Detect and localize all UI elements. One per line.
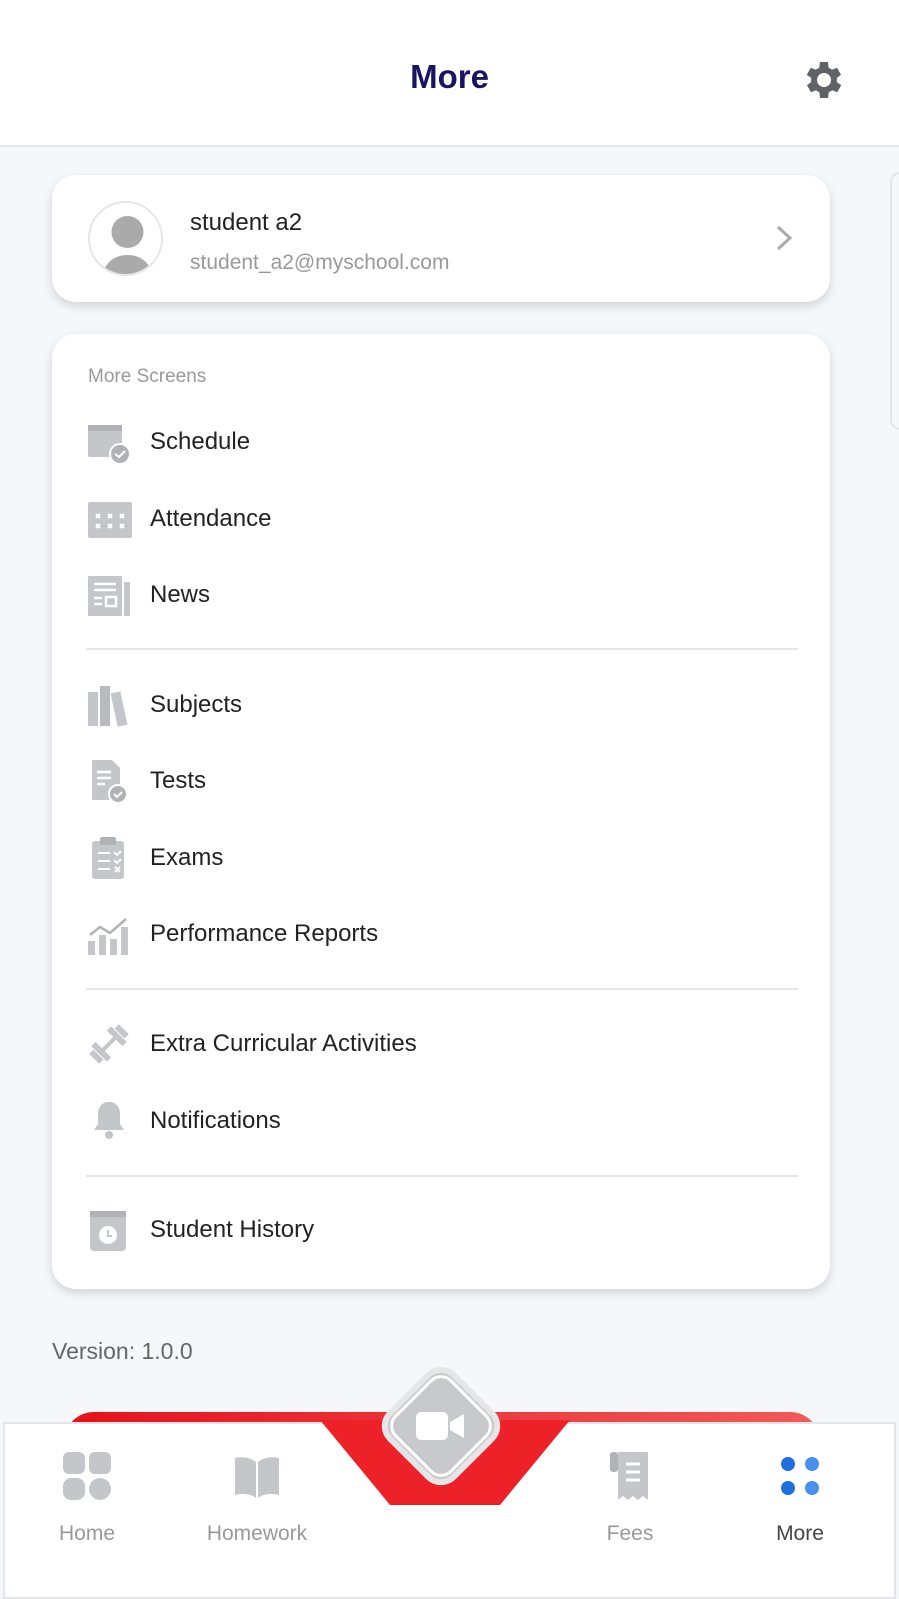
menu-item-label: Tests <box>150 767 207 794</box>
chevron-right-icon <box>776 225 793 251</box>
menu-item-label: Schedule <box>150 428 251 455</box>
divider <box>86 648 798 650</box>
clipboard-icon <box>92 837 124 879</box>
menu-item-performance-reports[interactable]: Performance Reports <box>86 904 796 964</box>
profile-email: student_a2@myschool.com <box>190 251 450 274</box>
bar-chart-icon <box>88 918 128 955</box>
bell-icon <box>94 1102 124 1139</box>
menu-item-label: Extra Curricular Activities <box>150 1030 417 1057</box>
dots-icon <box>781 1457 819 1495</box>
menu-item-tests[interactable]: Tests <box>86 751 796 811</box>
more-screens-card: More Screens Schedule Attendance News Su… <box>52 334 830 1289</box>
profile-card[interactable]: student a2 student_a2@myschool.com <box>52 175 830 302</box>
calendar-check-icon <box>88 425 131 465</box>
menu-item-label: News <box>150 581 211 608</box>
menu-item-label: Exams <box>150 844 224 871</box>
menu-item-subjects[interactable]: Subjects <box>86 675 796 735</box>
dumbbell-icon <box>89 1024 129 1064</box>
menu-item-label: Attendance <box>150 505 272 532</box>
grid-icon <box>63 1452 111 1500</box>
newspaper-icon <box>88 576 130 616</box>
calendar-grid-icon <box>88 502 132 538</box>
menu-item-schedule[interactable]: Schedule <box>86 412 796 472</box>
nav-label: Fees <box>606 1522 654 1545</box>
books-icon <box>88 686 128 727</box>
receipt-icon <box>610 1452 648 1500</box>
menu-item-exams[interactable]: Exams <box>86 828 796 888</box>
menu-item-notifications[interactable]: Notifications <box>86 1091 796 1151</box>
scroll-indicator <box>890 172 899 430</box>
nav-home[interactable]: Home <box>17 1444 157 1546</box>
profile-name: student a2 <box>190 209 303 236</box>
menu-item-label: Student History <box>150 1216 315 1243</box>
menu-item-label: Notifications <box>150 1107 281 1134</box>
open-book-icon <box>235 1457 279 1498</box>
menu-item-extra-curricular[interactable]: Extra Curricular Activities <box>86 1014 796 1074</box>
menu-item-student-history[interactable]: Student History <box>86 1200 796 1260</box>
page-title: More <box>410 58 489 95</box>
divider <box>86 1175 798 1177</box>
history-book-icon <box>90 1211 126 1251</box>
header: More <box>0 0 899 147</box>
document-check-icon <box>92 760 128 804</box>
version-text: Version: 1.0.0 <box>52 1338 193 1364</box>
nav-label: More <box>776 1522 824 1545</box>
nav-more[interactable]: More <box>730 1444 870 1546</box>
section-label: More Screens <box>88 366 207 387</box>
gear-icon[interactable] <box>800 56 848 104</box>
menu-item-label: Performance Reports <box>150 920 379 947</box>
nav-fees[interactable]: Fees <box>560 1444 700 1546</box>
menu-item-news[interactable]: News <box>86 565 796 625</box>
divider <box>86 988 798 990</box>
nav-label: Home <box>58 1522 116 1545</box>
avatar <box>88 201 163 276</box>
nav-label: Homework <box>206 1522 308 1545</box>
video-call-button[interactable] <box>366 1346 516 1506</box>
menu-item-attendance[interactable]: Attendance <box>86 489 796 549</box>
nav-homework[interactable]: Homework <box>187 1444 327 1546</box>
menu-item-label: Subjects <box>150 691 243 718</box>
